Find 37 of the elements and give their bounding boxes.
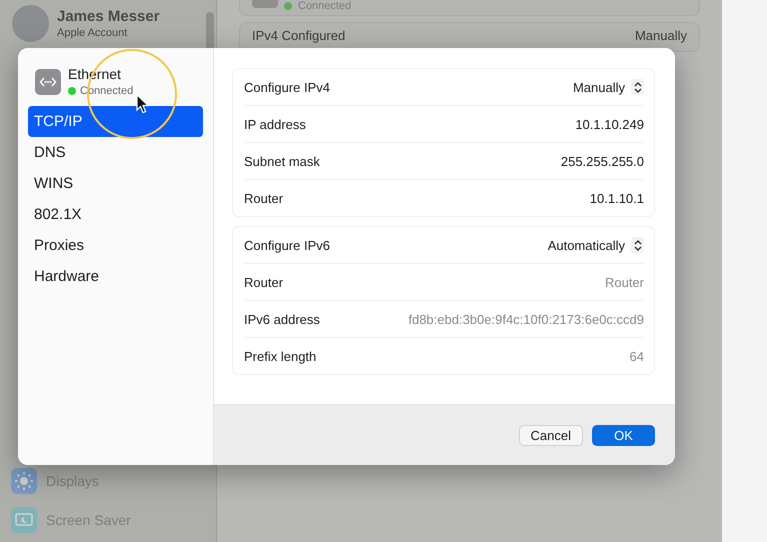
row-value: 255.255.255.0 [560, 154, 644, 168]
row-label: Configure IPv6 [244, 238, 330, 252]
row-label: Router [244, 274, 284, 290]
status-text: Connected [298, 0, 352, 12]
status-dot [284, 2, 292, 10]
row-value: 10.1.10.1 [590, 190, 644, 206]
row-label: Configure IPv4 [244, 80, 330, 94]
pointer-cursor-icon [136, 94, 150, 114]
row-value: 10.1.10.249 [575, 116, 644, 132]
row-label: IP address [244, 116, 306, 132]
sidebar-tab[interactable]: Hardware [28, 261, 203, 292]
row-label: Prefix length [244, 348, 316, 364]
sidebar-tab[interactable]: WINS [28, 168, 203, 199]
ethernet-icon [35, 68, 61, 94]
account-name: James Messer [57, 8, 160, 25]
sidebar-tab[interactable]: DNS [28, 137, 203, 168]
ok-button[interactable]: OK [592, 424, 655, 446]
row-value: 64 [630, 348, 644, 364]
chevron-updown-icon [631, 237, 644, 253]
screensaver-icon [11, 506, 37, 532]
displays-icon [11, 468, 37, 494]
row-value: Manually [634, 28, 687, 43]
popup-button[interactable]: Automatically [548, 235, 644, 255]
popup-button[interactable]: Manually [572, 77, 644, 97]
row-label: Subnet mask [244, 154, 320, 168]
row-label: IPv6 address [244, 312, 320, 326]
row-value: fd8b:ebd:3b0e:9f4c:10f0:2173:6e0c:ccd9 [408, 312, 644, 326]
row-label: IPv4 Configured [252, 28, 346, 43]
sidebar-tab[interactable]: TCP/IP [28, 106, 203, 137]
chevron-updown-icon [631, 79, 644, 95]
avatar-placeholder [12, 5, 49, 42]
sidebar-tab[interactable]: Proxies [28, 230, 203, 261]
sidebar-tab[interactable]: 802.1X [28, 199, 203, 230]
row-value: Router [604, 274, 644, 290]
account-subtitle: Apple Account [57, 27, 128, 39]
cancel-button[interactable]: Cancel [518, 424, 583, 446]
row-label: Router [244, 190, 284, 206]
